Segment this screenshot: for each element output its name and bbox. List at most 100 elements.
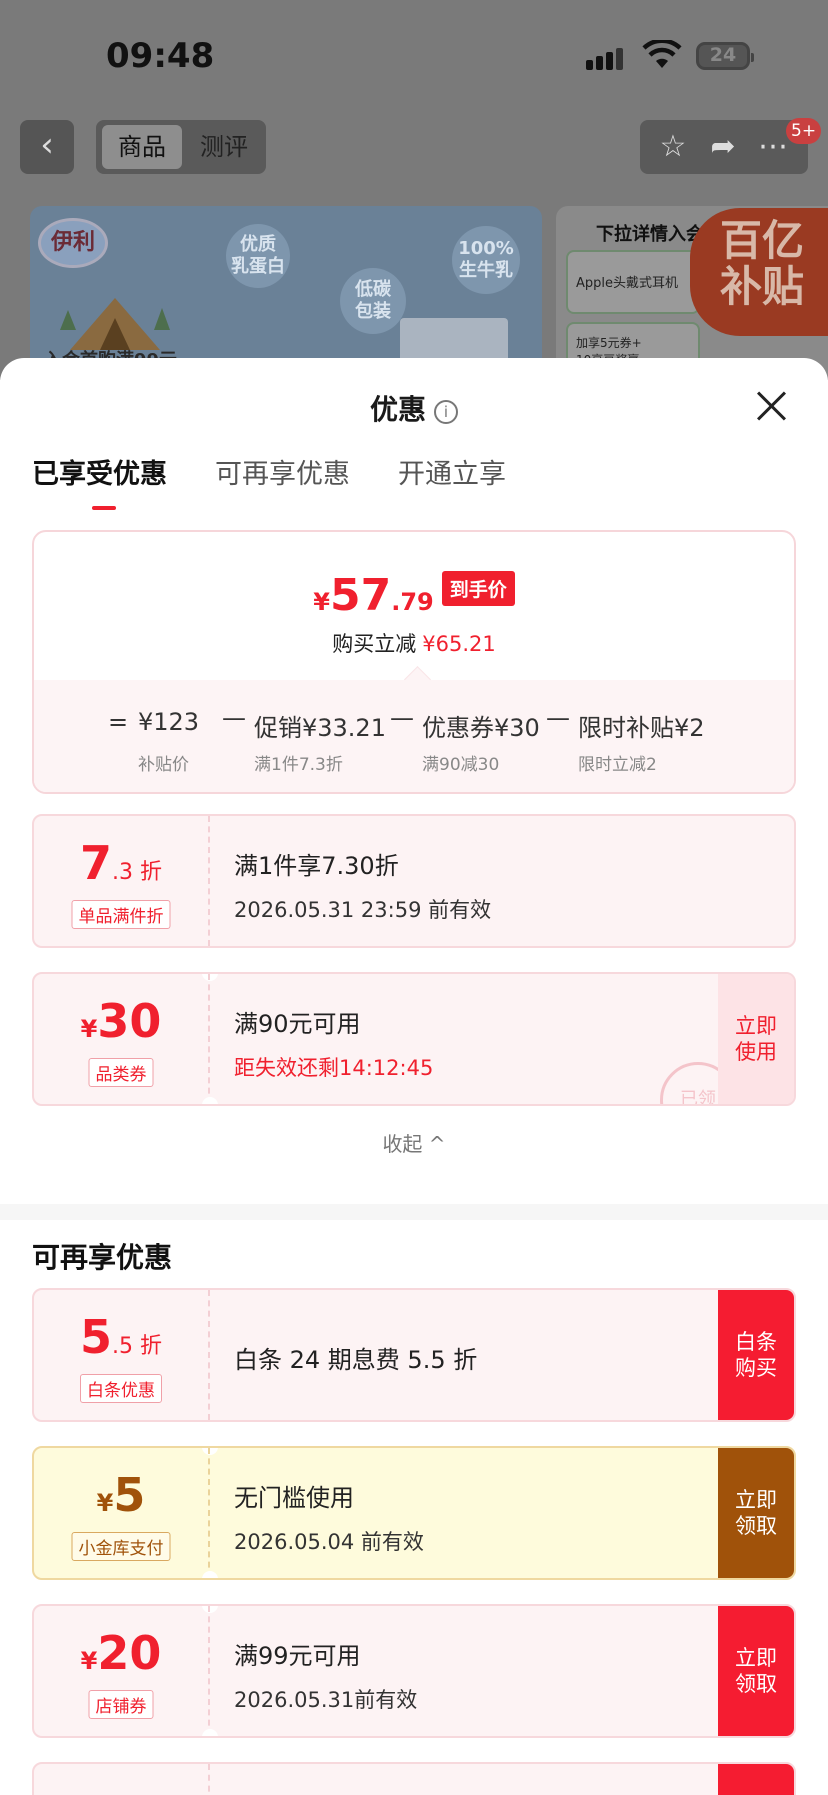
coupon-currency: ¥ (80, 1647, 98, 1675)
coupon-left: ¥5 小金库支付 (34, 1448, 210, 1578)
breakdown-value: 促销¥33.21 (254, 714, 386, 742)
wifi-icon (642, 40, 682, 68)
coupon-number: 5 (80, 1310, 113, 1364)
close-icon[interactable] (756, 390, 788, 422)
section-title: 可再享优惠 (32, 1241, 173, 1274)
coupon-type-chip: 小金库支付 (71, 1532, 171, 1561)
tab-more-discounts[interactable]: 可再享优惠 (215, 452, 350, 496)
sheet-title-text: 优惠 (369, 393, 426, 426)
coupon-expiry: 2026.05.31 23:59 前有效 (234, 898, 492, 922)
price-currency: ¥ (313, 588, 330, 616)
coupon-number: 20 (97, 1626, 162, 1680)
battery-icon: 24 (696, 42, 754, 70)
baitiao-buy-button[interactable]: 白条 购买 (718, 1290, 794, 1420)
coupon-currency: ¥ (96, 1489, 114, 1517)
feature-bubble: 100% 生牛乳 (452, 226, 520, 294)
claim-button[interactable]: 立即 领取 (718, 1606, 794, 1736)
price-integer: 57 (329, 570, 392, 621)
price-tag: 到手价 (441, 571, 515, 606)
coupon-notch (202, 1729, 218, 1736)
status-bar: 09:48 24 (0, 0, 828, 110)
discount-tabs: 已享受优惠 可再享优惠 开通立享 (32, 452, 506, 510)
coupon-amount: ¥5 (34, 1468, 208, 1522)
clock: 09:48 (106, 36, 215, 76)
coupon-type-chip: 品类券 (88, 1058, 154, 1087)
reduce-line: 购买立减 ¥65.21 (34, 628, 794, 658)
feature-bubble: 优质 乳蛋白 (226, 224, 290, 288)
coupon-card: 7.3 折 单品满件折 满1件享7.30折 2026.05.31 23:59 前… (32, 814, 796, 948)
share-icon[interactable]: ➦ (704, 128, 742, 166)
discount-sheet: 优惠 i 已享受优惠 可再享优惠 开通立享 ¥57.79 到手价 购买立减 ¥65.2… (0, 358, 828, 1795)
claim-button[interactable] (718, 1764, 794, 1795)
tab-enjoyed[interactable]: 已享受优惠 (32, 452, 167, 510)
product-tabs: 商品 测评 (96, 120, 266, 174)
top-actions: ☆ ➦ ⋯ (640, 120, 808, 174)
breakdown-op: = (108, 708, 129, 736)
breakdown-note: 满1件7.3折 (254, 755, 343, 775)
notification-badge: 5+ (786, 118, 822, 144)
tab-product[interactable]: 商品 (102, 125, 182, 169)
breakdown-note: 补贴价 (138, 755, 189, 775)
breakdown-op: — (390, 704, 414, 732)
coupon-number: 7 (80, 836, 113, 890)
background-page: 09:48 24 ‹ 商品 测评 ☆ ➦ ⋯ 5+ 伊利 优质 乳蛋白 低碳 包… (0, 0, 828, 380)
coupon-amount: ¥20 (34, 1626, 208, 1680)
claim-button[interactable]: 立即 领取 (718, 1448, 794, 1578)
coupon-amount: 7.3 折 (34, 836, 208, 890)
breakdown-value: 优惠券¥30 (422, 714, 540, 742)
breakdown-op: — (546, 704, 570, 732)
breakdown-op: — (222, 704, 246, 732)
breakdown-note: 限时立减2 (578, 755, 657, 775)
breakdown-value: ¥123 (138, 708, 200, 736)
coupon-type-chip: 店铺券 (88, 1690, 154, 1719)
coupon-left: ¥20 店铺券 (34, 1606, 210, 1736)
coupon-left (34, 1764, 210, 1795)
coupon-type-chip: 单品满件折 (71, 900, 171, 929)
back-button[interactable]: ‹ (20, 120, 74, 174)
coupon-condition: 白条 24 期息费 5.5 折 (234, 1346, 478, 1374)
coupon-card: ¥5 小金库支付 无门槛使用 2026.05.04 前有效 立即 领取 (32, 1446, 796, 1580)
info-icon[interactable]: i (434, 400, 458, 424)
coupon-number: 30 (97, 994, 162, 1048)
price-breakdown: = ¥123 补贴价 — 促销¥33.21 满1件7.3折 — 优惠券¥30 满… (34, 680, 794, 792)
tab-activate[interactable]: 开通立享 (398, 452, 506, 496)
coupon-countdown: 距失效还剩14:12:45 (234, 1056, 434, 1080)
section-divider (0, 1204, 828, 1220)
tab-review[interactable]: 测评 (184, 125, 264, 169)
coupon-condition: 满90元可用 (234, 1010, 361, 1038)
breakdown-note: 满90减30 (422, 755, 500, 775)
feature-bubble: 低碳 包装 (340, 268, 406, 334)
signal-icon (586, 46, 626, 70)
coupon-condition: 无门槛使用 (234, 1484, 354, 1512)
price-decimal: .79 (391, 588, 434, 616)
brand-logo: 伊利 (38, 218, 108, 268)
coupon-type-chip: 白条优惠 (80, 1374, 162, 1403)
coupon-notch (202, 1097, 218, 1104)
coupon-left: ¥30 品类券 (34, 974, 210, 1104)
breakdown-value: 限时补贴¥2 (578, 714, 705, 742)
sheet-title: 优惠 i (0, 388, 828, 428)
coupon-suffix: .3 折 (112, 860, 162, 885)
coupon-expiry: 2026.05.31前有效 (234, 1688, 418, 1712)
reduce-value: ¥65.21 (422, 632, 496, 656)
coupon-card: ¥20 店铺券 满99元可用 2026.05.31前有效 立即 领取 (32, 1604, 796, 1738)
coupon-amount: 5.5 折 (34, 1310, 208, 1364)
coupon-card: 5.5 折 白条优惠 白条 24 期息费 5.5 折 白条 购买 (32, 1288, 796, 1422)
coupon-left: 7.3 折 单品满件折 (34, 816, 210, 946)
collapse-button[interactable]: 收起 ^ (0, 1128, 828, 1157)
star-icon[interactable]: ☆ (654, 128, 692, 166)
price-summary-card: ¥57.79 到手价 购买立减 ¥65.21 = ¥123 补贴价 — 促销¥33.… (32, 530, 796, 794)
coupon-condition: 满1件享7.30折 (234, 852, 399, 880)
use-now-button[interactable]: 立即 使用 (718, 974, 794, 1104)
billion-subsidy-badge: 百亿 补贴 (690, 208, 828, 336)
side-card: Apple头戴式耳机 (566, 250, 700, 314)
coupon-suffix: .5 折 (112, 1334, 162, 1359)
coupon-amount: ¥30 (34, 994, 208, 1048)
coupon-condition: 满99元可用 (234, 1642, 361, 1670)
coupon-number: 5 (113, 1468, 146, 1522)
reduce-label: 购买立减 (332, 632, 417, 656)
coupon-notch (202, 1571, 218, 1578)
coupon-card (32, 1762, 796, 1795)
tent-illustration (60, 298, 170, 350)
coupon-card: ¥30 品类券 满90元可用 距失效还剩14:12:45 已领 立即 使用 (32, 972, 796, 1106)
